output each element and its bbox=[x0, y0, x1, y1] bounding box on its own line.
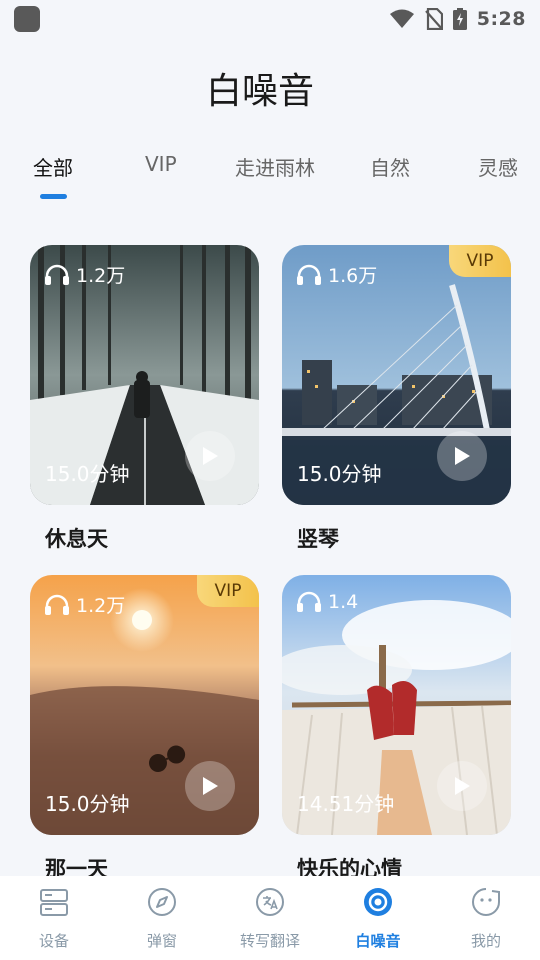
card-title[interactable]: 休息天 bbox=[45, 523, 108, 553]
play-count-text: 1.4 bbox=[328, 591, 359, 613]
nav-item-transcribe-translate[interactable]: 转写翻译 bbox=[216, 876, 324, 960]
play-icon bbox=[455, 447, 470, 465]
nav-label: 我的 bbox=[470, 932, 501, 950]
nav-item-white-noise[interactable]: 白噪音 bbox=[324, 876, 432, 960]
no-sim-icon bbox=[424, 8, 443, 30]
play-button[interactable] bbox=[185, 761, 235, 811]
battery-charging-icon bbox=[452, 8, 467, 30]
play-icon bbox=[203, 447, 218, 465]
translate-icon bbox=[256, 888, 284, 916]
card-thumbnail[interactable]: VIP 1.6万 15.0分钟 bbox=[282, 245, 511, 505]
play-icon bbox=[455, 777, 470, 795]
play-count-text: 1.2万 bbox=[76, 595, 126, 617]
play-count-text: 1.6万 bbox=[328, 265, 378, 287]
headphones-icon bbox=[45, 264, 69, 285]
nav-label: 白噪音 bbox=[355, 932, 401, 950]
duration-text: 15.0分钟 bbox=[45, 792, 130, 816]
category-tabs: 全部 VIP 走进雨林 自然 灵感 bbox=[0, 152, 540, 202]
wifi-icon bbox=[389, 9, 414, 28]
card-thumbnail[interactable]: 1.4 14.51分钟 bbox=[282, 575, 511, 835]
page-title: 白噪音 bbox=[205, 71, 314, 112]
play-button[interactable] bbox=[437, 761, 487, 811]
play-count: 1.2万 bbox=[44, 591, 125, 618]
duration-text: 15.0分钟 bbox=[297, 462, 382, 486]
app-notification-icon bbox=[14, 6, 40, 32]
profile-face-icon bbox=[472, 888, 500, 916]
white-noise-icon bbox=[364, 888, 392, 916]
tab-all[interactable]: 全部 bbox=[33, 152, 73, 181]
duration-text: 15.0分钟 bbox=[45, 462, 130, 486]
nav-item-device[interactable]: 设备 bbox=[0, 876, 108, 960]
play-count: 1.2万 bbox=[44, 261, 125, 288]
status-icons: 5:28 bbox=[389, 8, 526, 30]
compass-icon bbox=[148, 888, 176, 916]
nav-label: 弹窗 bbox=[146, 932, 177, 950]
status-time: 5:28 bbox=[476, 8, 526, 30]
tab-nature[interactable]: 自然 bbox=[370, 152, 410, 181]
card-thumbnail[interactable]: 1.2万 15.0分钟 bbox=[30, 245, 259, 505]
play-button[interactable] bbox=[437, 431, 487, 481]
headphones-icon bbox=[45, 594, 69, 615]
headphones-icon bbox=[297, 264, 321, 285]
play-count: 1.6万 bbox=[296, 261, 377, 288]
device-icon bbox=[40, 889, 68, 916]
play-button[interactable] bbox=[185, 431, 235, 481]
active-tab-indicator bbox=[40, 194, 67, 199]
nav-item-mine[interactable]: 我的 bbox=[432, 876, 540, 960]
play-count: 1.4 bbox=[296, 591, 358, 613]
vip-badge: VIP bbox=[449, 245, 511, 277]
card-title[interactable]: 竖琴 bbox=[297, 523, 339, 553]
headphones-icon bbox=[297, 591, 321, 612]
play-count-text: 1.2万 bbox=[76, 265, 126, 287]
tab-inspiration[interactable]: 灵感 bbox=[478, 152, 518, 181]
duration-text: 14.51分钟 bbox=[297, 792, 395, 816]
nav-label: 设备 bbox=[38, 932, 69, 950]
tab-rainforest[interactable]: 走进雨林 bbox=[235, 152, 315, 181]
tab-vip[interactable]: VIP bbox=[145, 152, 177, 176]
bottom-nav: 设备 弹窗 转写翻译 白噪音 我的 bbox=[0, 876, 540, 960]
nav-label: 转写翻译 bbox=[239, 932, 300, 950]
status-bar: 5:28 bbox=[0, 0, 540, 40]
card-thumbnail[interactable]: VIP 1.2万 15.0分钟 bbox=[30, 575, 259, 835]
play-icon bbox=[203, 777, 218, 795]
nav-item-popup[interactable]: 弹窗 bbox=[108, 876, 216, 960]
vip-badge: VIP bbox=[197, 575, 259, 607]
